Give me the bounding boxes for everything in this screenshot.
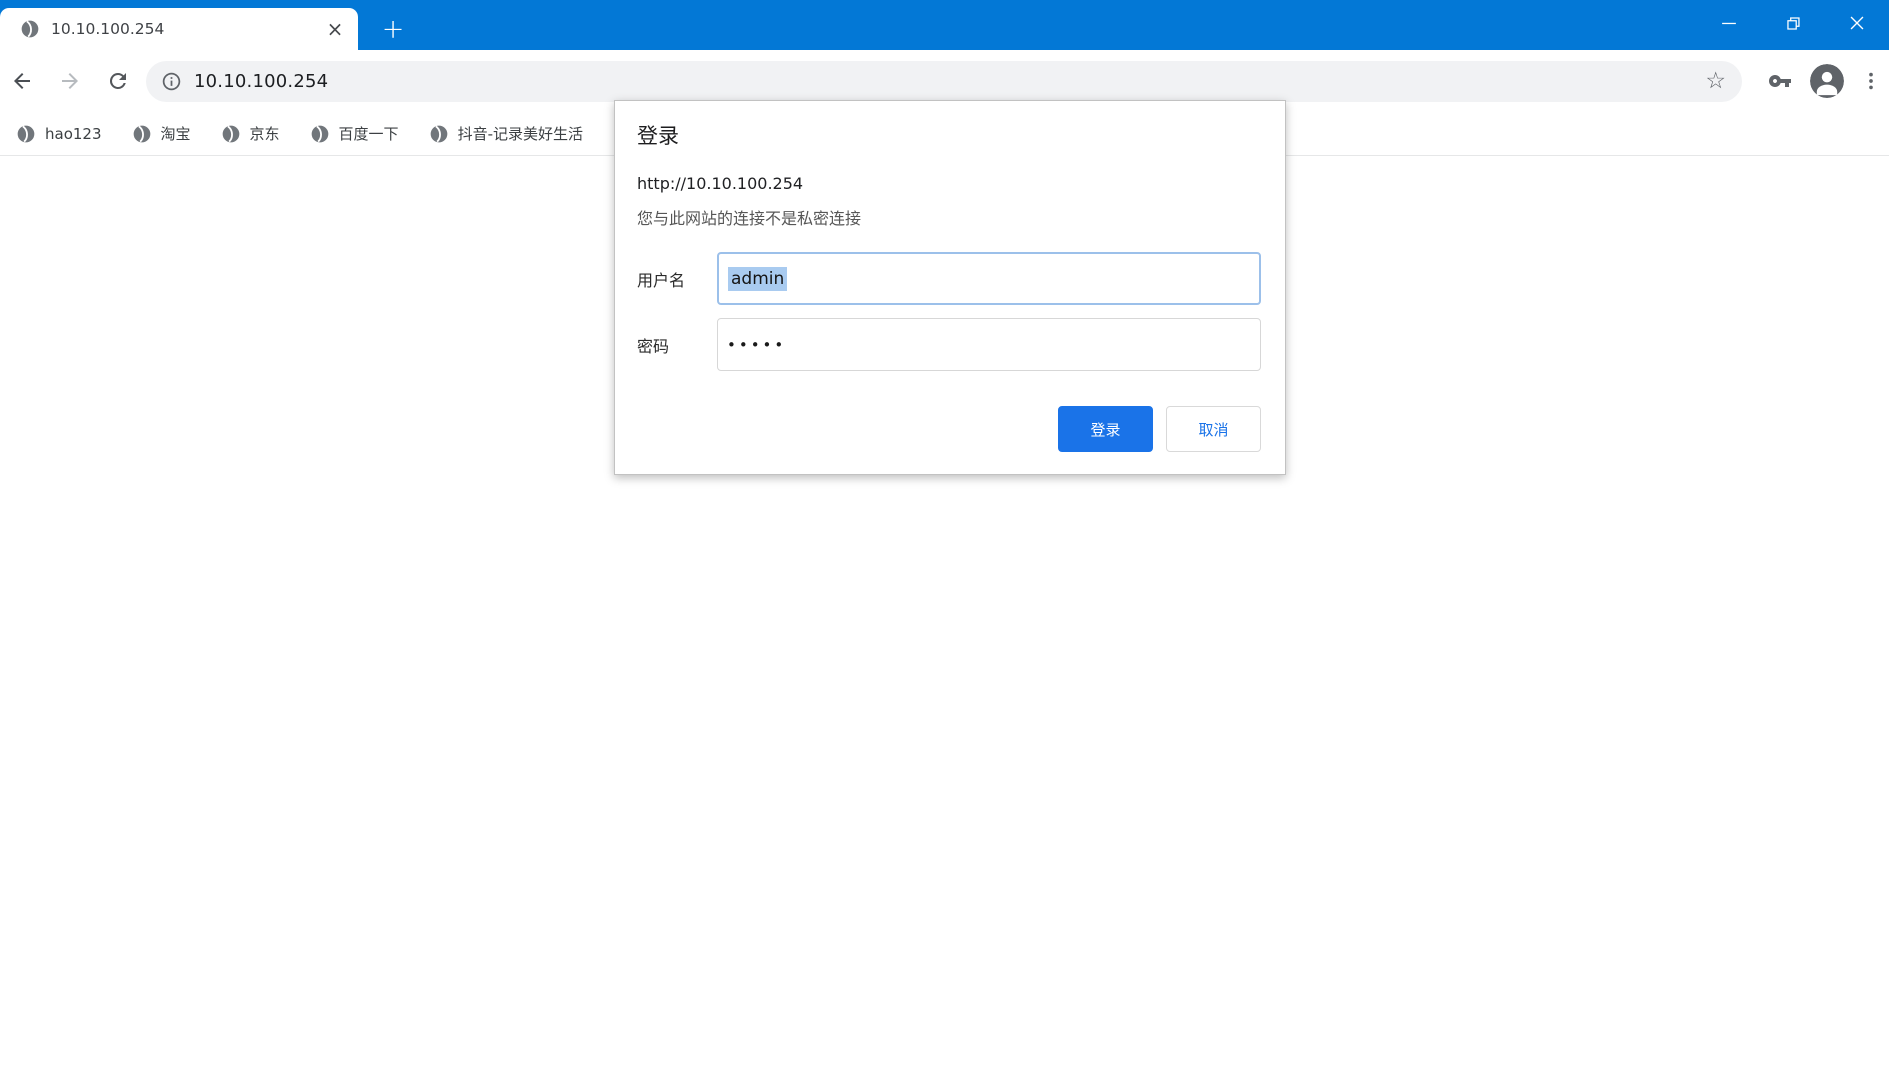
browser-window: { "tab": { "title": "10.10.100.254" }, "… (0, 0, 1889, 1069)
globe-favicon-icon (20, 19, 40, 39)
bookmark-jingdong[interactable]: 京东 (221, 123, 280, 144)
dialog-buttons: 登录 取消 (1058, 406, 1261, 452)
dialog-title: 登录 (637, 124, 679, 148)
username-label: 用户名 (637, 270, 686, 290)
bookmark-hao123[interactable]: hao123 (16, 124, 102, 144)
bookmark-star-icon[interactable]: ☆ (1699, 69, 1732, 93)
login-button[interactable]: 登录 (1058, 406, 1153, 452)
globe-icon (310, 124, 330, 144)
bookmark-label: hao123 (45, 124, 102, 143)
tab-close-icon[interactable]: × (324, 17, 346, 41)
username-row: 用户名 admin (637, 252, 1261, 305)
bookmark-douyin[interactable]: 抖音-记录美好生活 (429, 123, 583, 144)
globe-icon (132, 124, 152, 144)
minimize-button[interactable] (1697, 0, 1761, 46)
reload-button[interactable] (98, 61, 138, 101)
close-window-button[interactable] (1825, 0, 1889, 46)
password-input[interactable]: ••••• (717, 318, 1261, 371)
globe-icon (429, 124, 449, 144)
back-button[interactable] (2, 61, 42, 101)
tab-title: 10.10.100.254 (51, 20, 165, 38)
bookmark-label: 京东 (249, 125, 280, 143)
login-dialog: 登录 http://10.10.100.254 您与此网站的连接不是私密连接 用… (614, 100, 1286, 475)
dialog-security-warning: 您与此网站的连接不是私密连接 (637, 209, 862, 228)
titlebar: 10.10.100.254 × + (0, 0, 1889, 50)
address-bar[interactable]: 10.10.100.254 ☆ (146, 60, 1742, 102)
password-value: ••••• (727, 335, 787, 354)
info-icon[interactable] (161, 71, 182, 92)
bookmark-baidu[interactable]: 百度一下 (310, 123, 399, 144)
globe-icon (16, 124, 36, 144)
bookmark-taobao[interactable]: 淘宝 (132, 123, 191, 144)
password-label: 密码 (637, 336, 670, 356)
menu-dots-icon[interactable] (1853, 61, 1889, 101)
profile-avatar[interactable] (1810, 64, 1844, 98)
new-tab-button[interactable]: + (376, 12, 410, 46)
restore-button[interactable] (1761, 0, 1825, 46)
bookmark-label: 百度一下 (338, 125, 399, 143)
password-row: 密码 ••••• (637, 318, 1261, 371)
username-value: admin (728, 266, 788, 291)
url-text: 10.10.100.254 (194, 70, 329, 92)
browser-tab[interactable]: 10.10.100.254 × (0, 8, 358, 50)
password-key-icon[interactable] (1760, 61, 1800, 101)
globe-icon (221, 124, 241, 144)
window-controls (1697, 0, 1889, 50)
forward-button[interactable] (50, 61, 90, 101)
bookmark-label: 抖音-记录美好生活 (457, 125, 583, 143)
cancel-button[interactable]: 取消 (1166, 406, 1261, 452)
dialog-site-url: http://10.10.100.254 (637, 174, 804, 193)
bookmark-label: 淘宝 (160, 125, 191, 143)
username-input[interactable]: admin (717, 252, 1261, 305)
